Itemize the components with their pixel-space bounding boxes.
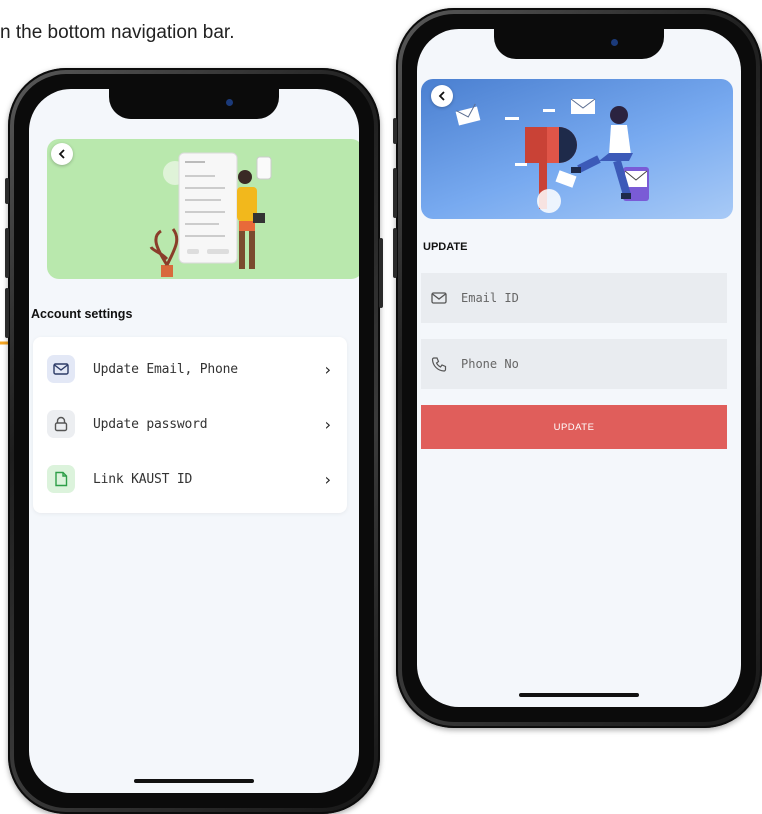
volume-down-button <box>393 228 397 278</box>
phone-update: UPDATE UPDATE <box>393 8 762 728</box>
bezel: UPDATE UPDATE <box>402 14 756 722</box>
section-title: Account settings <box>31 307 133 321</box>
lock-icon <box>47 410 75 438</box>
power-button <box>379 238 383 308</box>
mute-switch <box>5 178 9 204</box>
chevron-right-icon: › <box>324 469 331 489</box>
page: n the bottom navigation bar. Account set… <box>0 0 762 814</box>
update-password-item[interactable]: Update password › <box>33 404 347 444</box>
settings-illustration <box>149 152 272 277</box>
home-indicator <box>134 779 254 783</box>
update-title: UPDATE <box>423 241 468 253</box>
phone-account-settings: Account settings Update Email, Phone › U… <box>5 68 383 814</box>
screen: UPDATE UPDATE <box>417 29 741 707</box>
update-button[interactable]: UPDATE <box>421 405 727 449</box>
update-password-label: Update password <box>93 416 208 432</box>
phone-input[interactable] <box>459 356 683 372</box>
bezel: Account settings Update Email, Phone › U… <box>14 74 374 808</box>
volume-up-button <box>393 168 397 218</box>
chevron-right-icon: › <box>324 359 331 379</box>
mail-icon <box>431 292 447 304</box>
camera-dot <box>226 99 233 106</box>
hero-illustration <box>421 79 733 219</box>
mail-icon <box>47 355 75 383</box>
chevron-left-icon <box>58 149 65 159</box>
document-icon <box>47 465 75 493</box>
email-field[interactable] <box>421 273 727 323</box>
update-email-phone-item[interactable]: Update Email, Phone › <box>33 349 347 389</box>
screen: Account settings Update Email, Phone › U… <box>29 89 359 793</box>
link-kaust-id-label: Link KAUST ID <box>93 471 193 487</box>
caption-text: n the bottom navigation bar. <box>0 22 235 43</box>
mute-switch <box>393 118 397 144</box>
notch <box>494 29 664 59</box>
phone-field[interactable] <box>421 339 727 389</box>
hero-illustration <box>47 139 359 279</box>
account-settings-list: Update Email, Phone › Update password › <box>33 337 347 513</box>
volume-down-button <box>5 288 9 338</box>
notch <box>109 89 279 119</box>
chevron-left-icon <box>438 91 445 101</box>
link-kaust-id-item[interactable]: Link KAUST ID › <box>33 459 347 499</box>
update-email-phone-label: Update Email, Phone <box>93 361 238 377</box>
phone-icon <box>431 357 447 372</box>
email-input[interactable] <box>459 290 683 306</box>
back-button[interactable] <box>51 143 73 165</box>
back-button[interactable] <box>431 85 453 107</box>
mailbox-illustration <box>455 98 649 213</box>
home-indicator <box>519 693 639 697</box>
volume-up-button <box>5 228 9 278</box>
camera-dot <box>611 39 618 46</box>
chevron-right-icon: › <box>324 414 331 434</box>
